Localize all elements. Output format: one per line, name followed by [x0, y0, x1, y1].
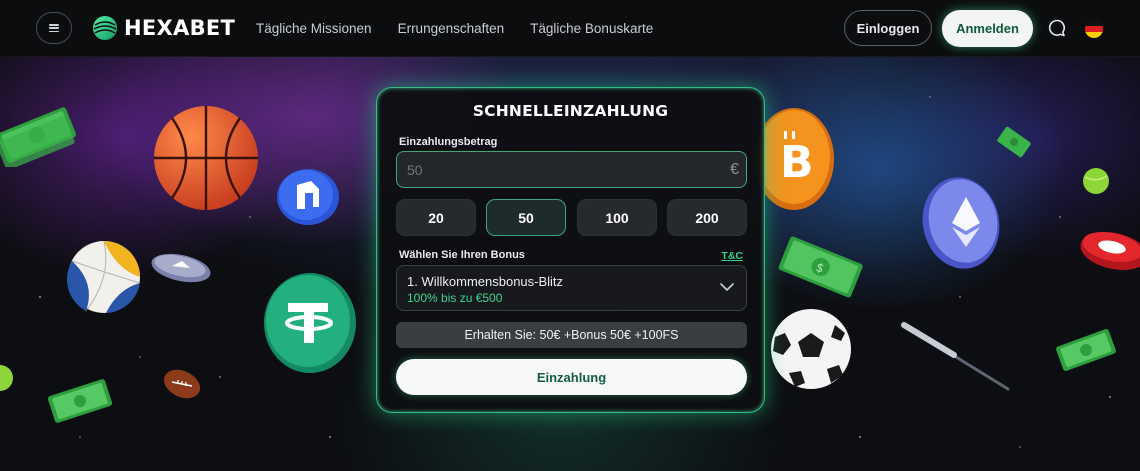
tennis-ball-decoration: [1083, 168, 1109, 194]
hexabet-logo-icon: [93, 16, 117, 40]
cash-bill-decoration: [47, 379, 113, 423]
preset-amount-100-button[interactable]: 100: [577, 199, 657, 236]
chevron-down-icon: [720, 283, 734, 291]
basketball-decoration: [154, 106, 258, 210]
preset-amount-200-button[interactable]: 200: [667, 199, 747, 236]
cash-bill-decoration: [1056, 329, 1116, 371]
card-title: SCHNELLEINZAHLUNG: [472, 102, 669, 120]
bonus-select[interactable]: 1. Willkommensbonus-Blitz 100% bis zu €5…: [396, 265, 747, 311]
baseball-bat-decoration: [901, 322, 1010, 391]
amount-input[interactable]: [407, 152, 707, 187]
hex-token-coin-decoration: [277, 169, 339, 225]
brand-name: HEXABET: [124, 16, 236, 40]
chat-bubble-icon[interactable]: [1047, 18, 1067, 38]
preset-amount-50-button[interactable]: 50: [486, 199, 566, 236]
register-button[interactable]: Anmelden: [942, 10, 1033, 47]
amount-label: Einzahlungsbetrag: [399, 136, 498, 148]
hamburger-menu-button[interactable]: [36, 12, 72, 44]
top-bar: HEXABET Tägliche Missionen Errungenschaf…: [0, 0, 1140, 57]
terms-link[interactable]: T&C: [721, 250, 743, 262]
quick-deposit-card: SCHNELLEINZAHLUNG Einzahlungsbetrag € 20…: [376, 87, 765, 413]
nav-daily-bonus-card[interactable]: Tägliche Bonuskarte: [530, 21, 653, 36]
login-button[interactable]: Einloggen: [844, 10, 932, 46]
preset-amount-20-button[interactable]: 20: [396, 199, 476, 236]
hamburger-menu-icon: [49, 24, 59, 33]
nav-daily-missions[interactable]: Tägliche Missionen: [256, 21, 372, 36]
casino-chip-decoration: [1080, 231, 1140, 270]
ethereum-coin-decoration: [922, 177, 1000, 269]
cash-bill-decoration: $: [778, 236, 863, 298]
cash-bill-decoration: [0, 107, 77, 167]
german-flag-icon[interactable]: [1085, 20, 1103, 38]
currency-symbol: €: [730, 161, 739, 178]
brand-logo[interactable]: HEXABET: [92, 14, 235, 42]
american-football-decoration: [163, 369, 201, 399]
silver-token-coin-decoration: [151, 253, 211, 283]
tether-coin-decoration: [264, 273, 356, 373]
bonus-name: 1. Willkommensbonus-Blitz: [407, 274, 564, 289]
amount-field[interactable]: €: [396, 151, 747, 188]
bonus-summary: Erhalten Sie: 50€ +Bonus 50€ +100FS: [396, 322, 747, 348]
main-nav: Tägliche Missionen Errungenschaften Tägl…: [256, 0, 679, 57]
cash-bill-decoration: [997, 126, 1031, 158]
soccer-ball-decoration: [771, 309, 851, 389]
svg-text:B: B: [780, 137, 814, 188]
bonus-detail: 100% bis zu €500: [407, 291, 503, 305]
bitcoin-coin-decoration: B: [754, 108, 834, 210]
deposit-button[interactable]: Einzahlung: [396, 359, 747, 395]
volleyball-decoration: [67, 240, 141, 313]
tennis-ball-decoration: [0, 365, 13, 391]
nav-achievements[interactable]: Errungenschaften: [398, 21, 505, 36]
bonus-label: Wählen Sie Ihren Bonus: [399, 249, 525, 261]
